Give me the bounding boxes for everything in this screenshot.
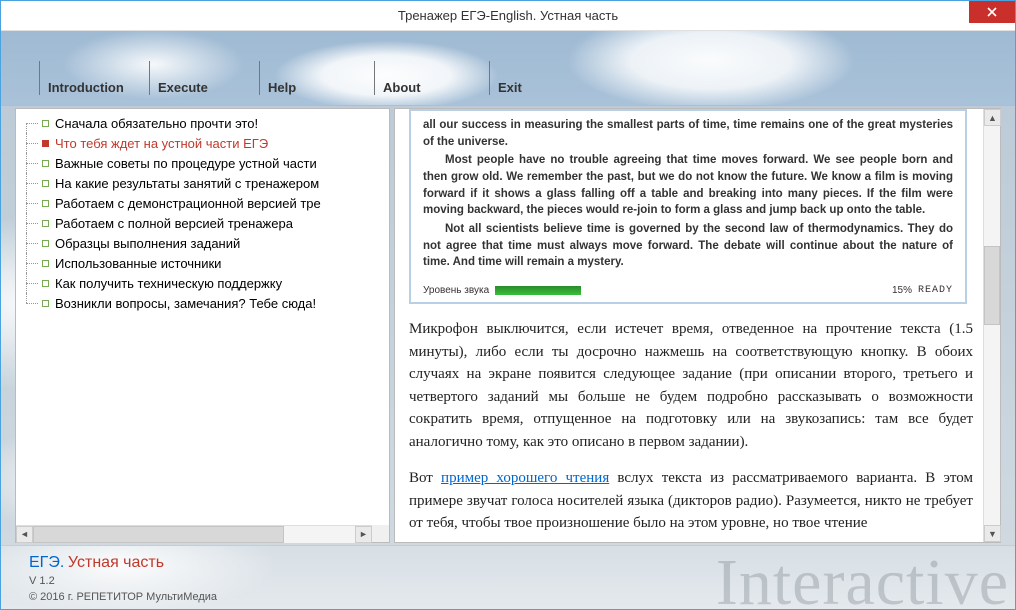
example-link[interactable]: пример хорошего чтения bbox=[441, 470, 609, 486]
tree-bullet-icon bbox=[42, 140, 49, 147]
scroll-thumb[interactable] bbox=[33, 526, 284, 543]
product-title: ЕГЭ. Устная часть bbox=[29, 552, 217, 574]
menubar: Introduction Execute Help About Exit bbox=[1, 61, 1015, 99]
menu-exit[interactable]: Exit bbox=[481, 61, 530, 99]
tree-item-label: На какие результаты занятий с тренажером bbox=[55, 176, 319, 191]
tree-bullet-icon bbox=[42, 120, 49, 127]
close-icon bbox=[987, 7, 997, 17]
audio-ready-status: READY bbox=[918, 285, 953, 296]
audio-level-percent: 15% bbox=[892, 285, 912, 296]
tree-item-label: Образцы выполнения заданий bbox=[55, 236, 240, 251]
menu-help[interactable]: Help bbox=[251, 61, 366, 99]
audio-level-bar bbox=[495, 286, 581, 295]
tree-hscrollbar[interactable]: ◄ ► bbox=[16, 525, 372, 542]
tree-bullet-icon bbox=[42, 280, 49, 287]
content-area: Сначала обязательно прочти это! Что тебя … bbox=[1, 106, 1015, 545]
tree-item-label: Как получить техническую поддержку bbox=[55, 276, 282, 291]
nav-tree-item[interactable]: Важные советы по процедуре устной части bbox=[20, 153, 389, 173]
scroll-up-icon[interactable]: ▲ bbox=[984, 109, 1001, 126]
menu-introduction[interactable]: Introduction bbox=[31, 61, 141, 99]
body-p2-before: Вот bbox=[409, 470, 441, 486]
footer-info: ЕГЭ. Устная часть V 1.2 © 2016 г. РЕПЕТИ… bbox=[29, 552, 217, 605]
reading-p2: Most people have no trouble agreeing tha… bbox=[423, 152, 953, 219]
tree-item-label: Важные советы по процедуре устной части bbox=[55, 156, 317, 171]
tree-bullet-icon bbox=[42, 300, 49, 307]
nav-tree-item[interactable]: На какие результаты занятий с тренажером bbox=[20, 173, 389, 193]
menu-label: Exit bbox=[496, 80, 522, 95]
tree-item-label: Работаем с полной версией тренажера bbox=[55, 216, 293, 231]
scroll-track[interactable] bbox=[984, 126, 1000, 525]
menu-label: Introduction bbox=[46, 80, 124, 95]
reading-card: all our success in measuring the smalles… bbox=[409, 109, 967, 304]
scroll-down-icon[interactable]: ▼ bbox=[984, 525, 1001, 542]
header-area: Introduction Execute Help About Exit bbox=[1, 31, 1015, 106]
scroll-left-icon[interactable]: ◄ bbox=[16, 526, 33, 543]
main-vscrollbar[interactable]: ▲ ▼ bbox=[983, 109, 1000, 542]
menu-execute[interactable]: Execute bbox=[141, 61, 251, 99]
body-p2: Вот пример хорошего чтения вслух текста … bbox=[409, 467, 973, 535]
nav-tree-item[interactable]: Возникли вопросы, замечания? Тебе сюда! bbox=[20, 293, 389, 313]
reading-p3: Not all scientists believe time is gover… bbox=[423, 221, 953, 271]
product-title-1: ЕГЭ. bbox=[29, 554, 64, 571]
tree-bullet-icon bbox=[42, 200, 49, 207]
scroll-track[interactable] bbox=[33, 526, 355, 543]
product-copyright: © 2016 г. РЕПЕТИТОР МультиМедиа bbox=[29, 590, 217, 605]
product-version: V 1.2 bbox=[29, 574, 217, 589]
tree-item-label: Использованные источники bbox=[55, 256, 221, 271]
app-window: Тренажер ЕГЭ-English. Устная часть Intro… bbox=[0, 0, 1016, 610]
nav-tree-item[interactable]: Работаем с демонстрационной версией тре bbox=[20, 193, 389, 213]
tree-bullet-icon bbox=[42, 160, 49, 167]
tree-item-label: Что тебя ждет на устной части ЕГЭ bbox=[55, 136, 268, 151]
nav-tree-item[interactable]: Работаем с полной версией тренажера bbox=[20, 213, 389, 233]
watermark-text: Interactive bbox=[716, 545, 1009, 610]
tree-item-label: Сначала обязательно прочти это! bbox=[55, 116, 258, 131]
tree-bullet-icon bbox=[42, 220, 49, 227]
tree-item-label: Возникли вопросы, замечания? Тебе сюда! bbox=[55, 296, 316, 311]
body-p1: Микрофон выключится, если истечет время,… bbox=[409, 318, 973, 453]
tree-bullet-icon bbox=[42, 180, 49, 187]
menu-label: Help bbox=[266, 80, 296, 95]
titlebar: Тренажер ЕГЭ-English. Устная часть bbox=[1, 1, 1015, 31]
nav-tree-item[interactable]: Использованные источники bbox=[20, 253, 389, 273]
nav-tree-scroll: Сначала обязательно прочти это! Что тебя … bbox=[16, 109, 389, 525]
scroll-thumb[interactable] bbox=[984, 246, 1000, 326]
nav-tree-panel: Сначала обязательно прочти это! Что тебя … bbox=[15, 108, 390, 543]
window-title: Тренажер ЕГЭ-English. Устная часть bbox=[1, 8, 1015, 23]
close-button[interactable] bbox=[969, 1, 1015, 23]
nav-tree-item[interactable]: Как получить техническую поддержку bbox=[20, 273, 389, 293]
nav-tree-item[interactable]: Образцы выполнения заданий bbox=[20, 233, 389, 253]
reading-text: all our success in measuring the smalles… bbox=[423, 117, 953, 271]
main-panel: all our success in measuring the smalles… bbox=[394, 108, 1001, 543]
menu-about[interactable]: About bbox=[366, 61, 481, 99]
tree-bullet-icon bbox=[42, 260, 49, 267]
product-title-2: Устная часть bbox=[68, 554, 164, 571]
scroll-right-icon[interactable]: ► bbox=[355, 526, 372, 543]
menu-label: About bbox=[381, 80, 421, 95]
tree-item-label: Работаем с демонстрационной версией тре bbox=[55, 196, 321, 211]
menu-label: Execute bbox=[156, 80, 208, 95]
footer: ЕГЭ. Устная часть V 1.2 © 2016 г. РЕПЕТИ… bbox=[1, 545, 1015, 609]
reading-frag: all our success in measuring the smalles… bbox=[423, 117, 953, 150]
audio-level-row: Уровень звука 15% READY bbox=[423, 285, 953, 296]
audio-level-label: Уровень звука bbox=[423, 285, 489, 296]
nav-tree-item[interactable]: Что тебя ждет на устной части ЕГЭ bbox=[20, 133, 389, 153]
nav-tree-item[interactable]: Сначала обязательно прочти это! bbox=[20, 113, 389, 133]
article-body: Микрофон выключится, если истечет время,… bbox=[409, 318, 973, 535]
scroll-corner bbox=[372, 525, 389, 542]
nav-tree: Сначала обязательно прочти это! Что тебя … bbox=[16, 109, 389, 317]
tree-bullet-icon bbox=[42, 240, 49, 247]
main-content: all our success in measuring the smalles… bbox=[395, 109, 983, 542]
